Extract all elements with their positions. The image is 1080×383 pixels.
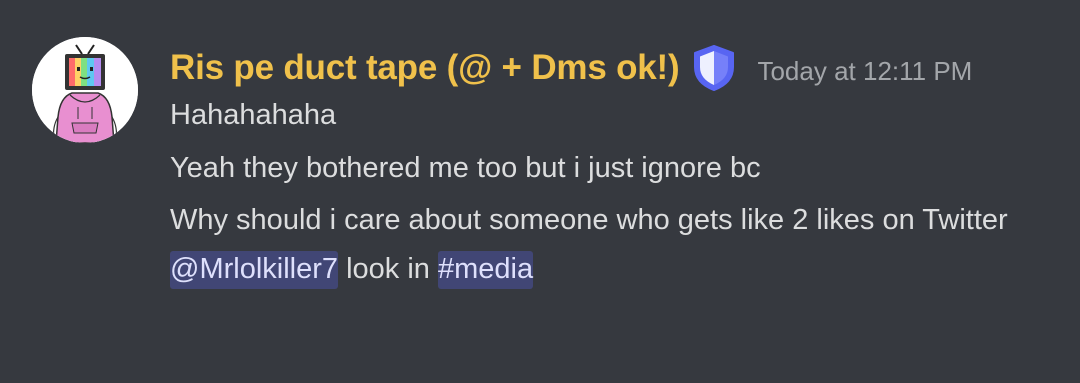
message-line: Yeah they bothered me too but i just ign… — [170, 152, 761, 184]
message-line: Hahahahaha — [170, 99, 337, 131]
message-line-mentions: @Mrlolkiller7 look in #media — [170, 251, 1050, 289]
username[interactable]: Ris pe duct tape (@ + Dms ok!) — [170, 48, 680, 88]
user-avatar[interactable] — [32, 37, 138, 143]
message-header: Ris pe duct tape (@ + Dms ok!) Today at … — [170, 40, 972, 96]
shield-icon[interactable] — [691, 43, 737, 93]
tv-head-hoodie-avatar-icon — [32, 37, 138, 143]
message-line: Why should i care about someone who gets… — [170, 204, 1008, 236]
message-timestamp[interactable]: Today at 12:11 PM — [757, 56, 972, 87]
message-content: Hahahahaha Yeah they bothered me too but… — [170, 97, 1050, 304]
channel-mention[interactable]: #media — [437, 251, 534, 289]
message-text: look in — [338, 253, 438, 285]
chat-message: Ris pe duct tape (@ + Dms ok!) Today at … — [0, 0, 1080, 383]
user-mention[interactable]: @Mrlolkiller7 — [170, 251, 339, 289]
